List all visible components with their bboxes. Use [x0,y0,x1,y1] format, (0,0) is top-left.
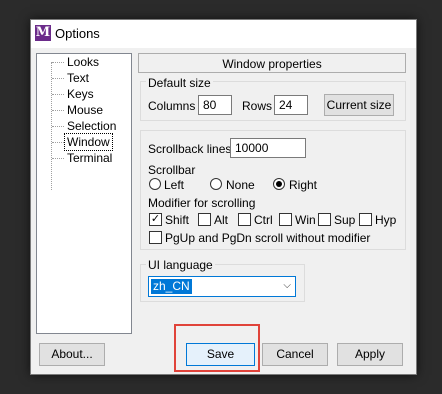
columns-input[interactable]: 80 [198,95,232,115]
window-title: Options [55,26,100,41]
tree-item-looks[interactable]: Looks [65,54,101,70]
scrollbar-right-label[interactable]: Right [289,178,317,192]
tree-connector [52,94,64,95]
scrollbar-left-radio[interactable] [149,178,161,190]
shift-checkbox[interactable]: ✓ [149,213,162,226]
default-size-legend: Default size [146,76,213,90]
apply-button[interactable]: Apply [337,343,403,366]
sup-label[interactable]: Sup [334,213,355,227]
tree-connector [52,110,64,111]
options-dialog: M Options Looks Text Keys Mouse Selectio… [30,19,417,375]
scrollbar-none-radio[interactable] [210,178,222,190]
tree-item-window[interactable]: Window [64,133,113,151]
about-button[interactable]: About... [39,343,105,366]
alt-label[interactable]: Alt [214,213,228,227]
win-label[interactable]: Win [295,213,316,227]
tree-item-text[interactable]: Text [65,70,91,86]
ui-language-legend: UI language [146,258,215,272]
scrollback-label: Scrollback lines [148,142,232,156]
tree-item-terminal[interactable]: Terminal [65,150,114,166]
tree-item-mouse[interactable]: Mouse [65,102,105,118]
tree-connector [52,142,64,143]
cancel-button[interactable]: Cancel [262,343,328,366]
current-size-button[interactable]: Current size [324,94,394,116]
tree-connector [52,78,64,79]
columns-label: Columns [148,99,196,113]
category-tree[interactable]: Looks Text Keys Mouse Selection Window T… [36,53,132,334]
panel-title: Window properties [138,53,406,73]
ui-language-value: zh_CN [151,279,192,294]
scrollbar-label: Scrollbar [148,163,196,177]
shift-label[interactable]: Shift [165,213,189,227]
pgup-label[interactable]: PgUp and PgDn scroll without modifier [165,231,370,245]
title-bar[interactable]: M Options [31,20,416,48]
scrollbar-none-label[interactable]: None [226,178,255,192]
ctrl-checkbox[interactable] [238,213,251,226]
tree-connector [52,126,64,127]
win-checkbox[interactable] [279,213,292,226]
hyp-checkbox[interactable] [359,213,372,226]
sup-checkbox[interactable] [318,213,331,226]
tree-item-keys[interactable]: Keys [65,86,96,102]
alt-checkbox[interactable] [198,213,211,226]
tree-connector [52,62,64,63]
tree-connector [52,158,64,159]
modifier-label: Modifier for scrolling [148,196,256,210]
save-button[interactable]: Save [186,343,255,366]
hyp-label[interactable]: Hyp [375,213,396,227]
pgup-checkbox[interactable] [149,231,162,244]
ui-language-select[interactable]: zh_CN ⌵ [148,276,296,297]
scrollback-input[interactable]: 10000 [230,138,306,158]
rows-label: Rows [242,99,273,113]
scrollbar-right-radio[interactable] [273,178,285,190]
app-icon: M [35,25,51,41]
tree-item-selection[interactable]: Selection [65,118,118,134]
chevron-down-icon[interactable]: ⌵ [283,280,291,291]
ctrl-label[interactable]: Ctrl [254,213,273,227]
scrollbar-left-label[interactable]: Left [164,178,184,192]
rows-input[interactable]: 24 [274,95,308,115]
